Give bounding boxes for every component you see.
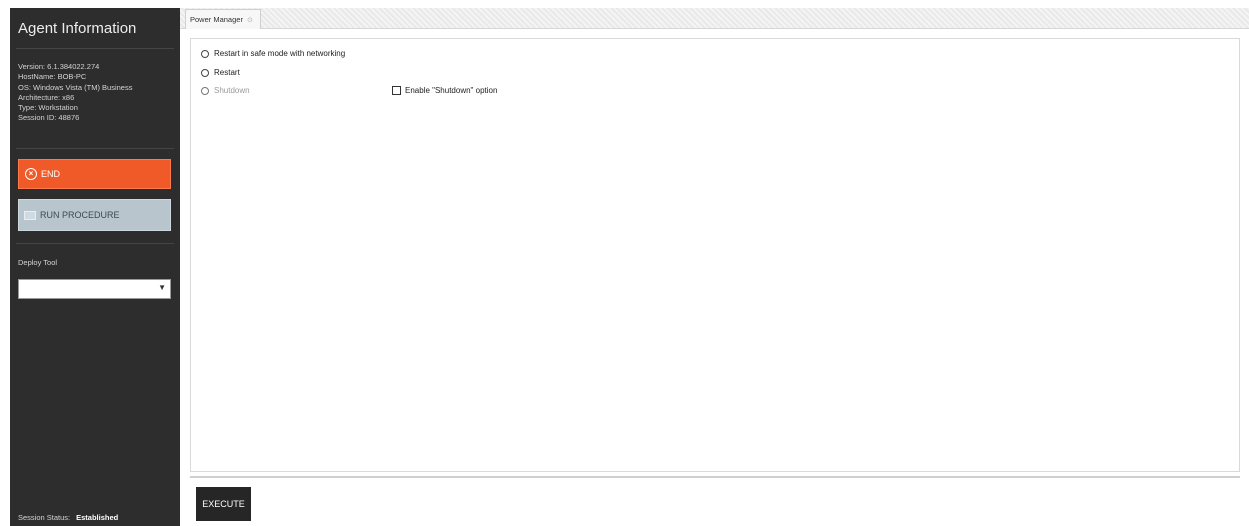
end-button-label: END bbox=[41, 169, 61, 179]
execute-button[interactable]: EXECUTE bbox=[196, 487, 251, 521]
option-label: Restart bbox=[214, 68, 240, 77]
close-circle-icon: × bbox=[25, 168, 37, 180]
option-shutdown[interactable]: Shutdown bbox=[201, 86, 250, 95]
radio-restart-safe-mode[interactable] bbox=[201, 49, 209, 58]
sidebar-title: Agent Information bbox=[18, 20, 137, 37]
run-procedure-label: RUN PROCEDURE bbox=[40, 210, 120, 220]
session-status-label: Session Status: bbox=[18, 513, 71, 522]
divider bbox=[16, 48, 174, 49]
tab-power-manager[interactable]: Power Manager ⊙ bbox=[185, 9, 261, 29]
divider bbox=[16, 243, 174, 244]
execute-button-label: EXECUTE bbox=[202, 499, 245, 509]
divider bbox=[16, 148, 174, 149]
run-procedure-button[interactable]: RUN PROCEDURE bbox=[18, 199, 171, 231]
option-restart-safe-mode[interactable]: Restart in safe mode with networking bbox=[201, 49, 345, 58]
os-text: OS: Windows Vista (TM) Business bbox=[18, 82, 133, 92]
divider bbox=[190, 476, 1240, 478]
enable-shutdown-label: Enable "Shutdown" option bbox=[405, 86, 498, 95]
option-label: Shutdown bbox=[214, 86, 250, 95]
type-text: Type: Workstation bbox=[18, 103, 78, 113]
tab-label: Power Manager bbox=[190, 15, 243, 24]
agent-sidebar: Agent Information Version: 6.1.384022.27… bbox=[10, 8, 180, 526]
agent-info: Version: 6.1.384022.274 HostName: BOB-PC… bbox=[18, 62, 132, 124]
dropdown-arrow-icon: ▼ bbox=[158, 283, 166, 292]
monitor-icon bbox=[24, 210, 36, 220]
power-manager-panel: Restart in safe mode with networking Res… bbox=[190, 38, 1240, 472]
end-button[interactable]: × END bbox=[18, 159, 171, 189]
version-text: Version: 6.1.384022.274 bbox=[18, 62, 100, 71]
session-status: Session Status: Established bbox=[18, 513, 118, 522]
session-status-value: Established bbox=[76, 513, 119, 522]
deploy-tool-label: Deploy Tool bbox=[18, 258, 58, 267]
session-id-text: Session ID: 48876 bbox=[18, 113, 80, 123]
enable-shutdown-option[interactable]: Enable "Shutdown" option bbox=[392, 86, 497, 95]
enable-shutdown-checkbox[interactable] bbox=[392, 86, 401, 95]
deploy-tool-select[interactable]: ▼ bbox=[18, 279, 171, 299]
option-restart[interactable]: Restart bbox=[201, 68, 240, 77]
tab-strip: Power Manager ⊙ bbox=[180, 8, 1249, 29]
radio-restart[interactable] bbox=[201, 68, 209, 77]
option-label: Restart in safe mode with networking bbox=[214, 49, 346, 58]
hostname-text: HostName: BOB-PC bbox=[18, 72, 87, 82]
close-icon[interactable]: ⊙ bbox=[247, 16, 253, 24]
architecture-text: Architecture: x86 bbox=[18, 92, 75, 102]
radio-shutdown[interactable] bbox=[201, 86, 209, 95]
